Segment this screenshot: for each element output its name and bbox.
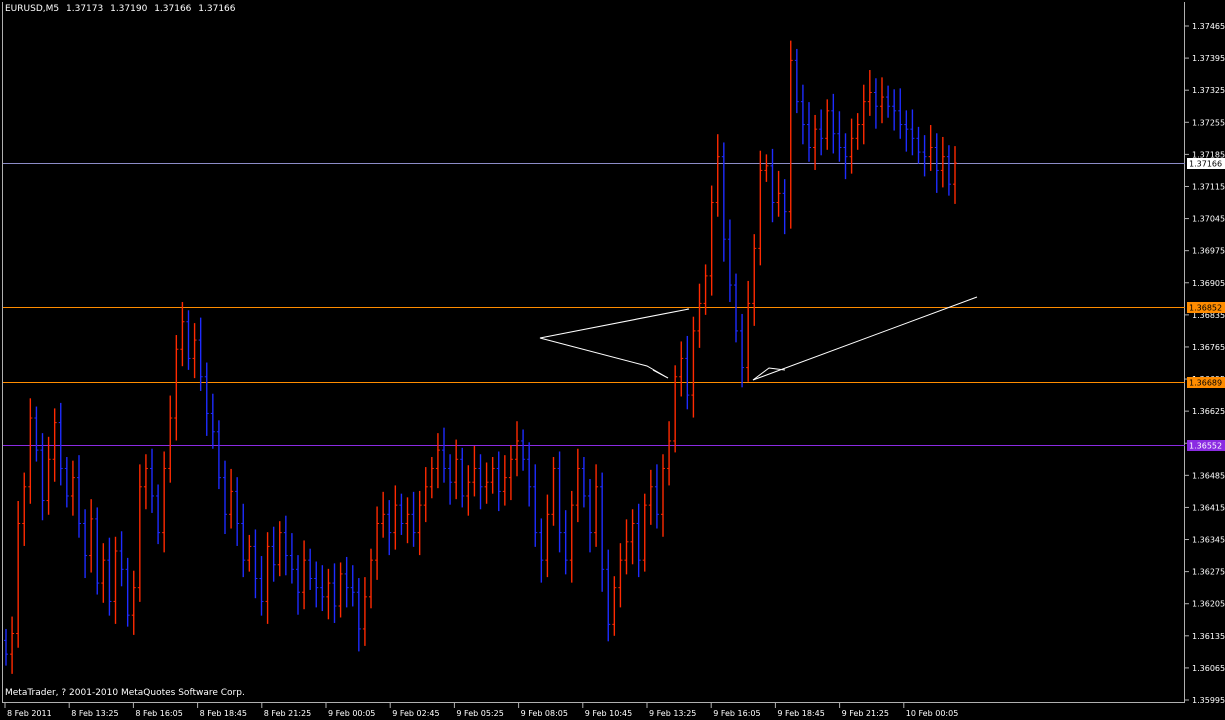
x-tick-label: 9 Feb 10:45 (585, 709, 632, 718)
x-tick-label: 8 Feb 2011 (7, 709, 52, 718)
x-tick-label: 9 Feb 00:05 (328, 709, 375, 718)
drawing-objects[interactable] (539, 296, 978, 381)
symbol-header: EURUSD,M5 1.37173 1.37190 1.37166 1.3716… (5, 4, 240, 14)
drawing-line[interactable] (539, 308, 690, 379)
y-tick-label: 1.37115 (1192, 182, 1225, 191)
y-tick-label: 1.36275 (1192, 568, 1225, 577)
y-tick-label: 1.36415 (1192, 503, 1225, 512)
price-tag-label-lower: 1.36552 (1189, 442, 1222, 451)
price-chart[interactable]: 1.374651.373951.373251.372551.371851.371… (0, 0, 1225, 720)
close-price: 1.37166 (198, 4, 236, 14)
x-tick-label: 9 Feb 02:45 (392, 709, 439, 718)
high-price: 1.37190 (110, 4, 148, 14)
copyright-text: MetaTrader, ? 2001-2010 MetaQuotes Softw… (5, 688, 245, 698)
y-tick-label: 1.36625 (1192, 407, 1225, 416)
x-tick-label: 10 Feb 00:05 (906, 709, 958, 718)
x-tick-label: 9 Feb 13:25 (649, 709, 696, 718)
x-tick-label: 8 Feb 16:05 (135, 709, 182, 718)
y-tick-label: 1.36485 (1192, 471, 1225, 480)
x-tick-label: 8 Feb 21:25 (264, 709, 311, 718)
y-tick-label: 1.36065 (1192, 664, 1225, 673)
chart-window[interactable]: 1.37465 1.37395 1.37325 1.37255 1.37185 1.371… (0, 0, 1225, 720)
y-tick-label: 1.36205 (1192, 600, 1225, 609)
low-price: 1.37166 (154, 4, 192, 14)
x-tick-label: 9 Feb 16:05 (713, 709, 760, 718)
x-tick-label: 8 Feb 18:45 (200, 709, 247, 718)
y-tick-label: 1.36905 (1192, 279, 1225, 288)
y-tick-label: 1.37045 (1192, 215, 1225, 224)
price-tag-label-resistance: 1.36852 (1189, 304, 1222, 313)
y-tick-label: 1.37325 (1192, 86, 1225, 95)
y-tick-label: 1.35995 (1192, 696, 1225, 705)
y-tick-label: 1.36345 (1192, 536, 1225, 545)
x-tick-label: 9 Feb 08:05 (521, 709, 568, 718)
x-tick-label: 8 Feb 13:25 (71, 709, 118, 718)
symbol-name: EURUSD,M5 (5, 4, 60, 14)
x-tick-label: 9 Feb 05:25 (456, 709, 503, 718)
x-tick-label: 9 Feb 18:45 (777, 709, 824, 718)
price-tag-label-support: 1.36689 (1189, 379, 1222, 388)
y-tick-label: 1.37395 (1192, 54, 1225, 63)
time-axis[interactable]: 8 Feb 2011 8 Feb 13:25 8 Feb 16:05 8 Feb 18… (4, 703, 958, 718)
y-tick-label: 1.37465 (1192, 22, 1225, 31)
x-tick-label: 9 Feb 21:25 (842, 709, 889, 718)
y-tick-label: 1.36975 (1192, 247, 1225, 256)
drawing-line[interactable] (752, 296, 978, 381)
price-axis[interactable]: 1.374651.373951.373251.372551.371851.371… (1185, 22, 1225, 705)
y-tick-label: 1.37255 (1192, 118, 1225, 127)
open-price: 1.37173 (66, 4, 104, 14)
y-tick-label: 1.36135 (1192, 632, 1225, 641)
horizontal-levels (3, 163, 1185, 446)
price-tag-label-bid: 1.37166 (1189, 160, 1222, 169)
y-tick-label: 1.36765 (1192, 343, 1225, 352)
